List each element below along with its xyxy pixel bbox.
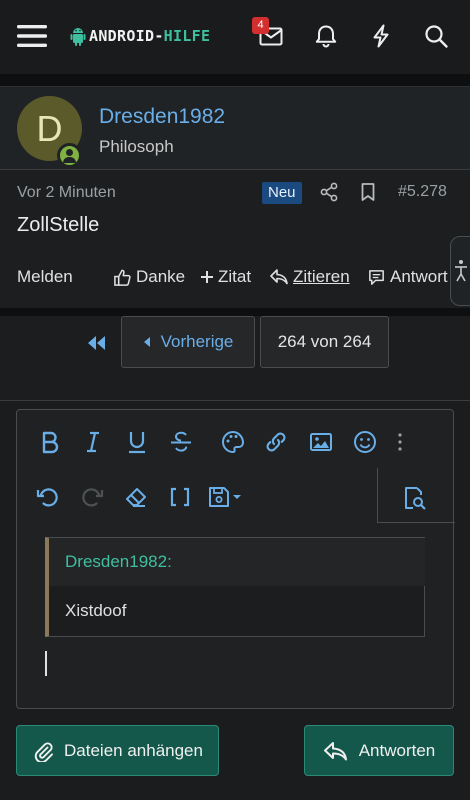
strikethrough-icon[interactable] xyxy=(168,429,194,455)
submit-reply-button[interactable]: Antworten xyxy=(304,725,454,776)
accessibility-icon xyxy=(455,260,467,282)
new-badge: Neu xyxy=(262,182,302,204)
preview-icon[interactable] xyxy=(401,485,427,511)
thumbs-up-icon xyxy=(114,269,131,286)
paperclip-icon xyxy=(34,742,53,762)
more-options-icon[interactable] xyxy=(390,429,410,455)
italic-icon[interactable] xyxy=(80,429,106,455)
report-label: Melden xyxy=(17,267,73,286)
menu-icon[interactable] xyxy=(16,20,48,52)
forum-post: D Dresden1982 Philosoph Vor 2 Minuten Ne… xyxy=(0,86,470,308)
first-page-icon[interactable] xyxy=(86,334,108,352)
search-icon[interactable] xyxy=(422,22,450,50)
previous-page-button[interactable]: Vorherige xyxy=(121,316,255,368)
multiquote-button[interactable]: Zitat xyxy=(200,267,251,287)
username-link[interactable]: Dresden1982 xyxy=(99,105,225,129)
smiley-icon[interactable] xyxy=(352,429,378,455)
share-icon[interactable] xyxy=(318,181,340,203)
report-link[interactable]: Melden xyxy=(17,267,73,287)
code-brackets-icon[interactable] xyxy=(167,484,193,510)
quick-reply-area: Dresden1982: Xistdoof Dateien anhängen A… xyxy=(0,400,470,800)
quote-header: Dresden1982: xyxy=(49,538,425,586)
page-selector-button[interactable]: 264 von 264 xyxy=(260,316,389,368)
undo-icon[interactable] xyxy=(35,484,61,510)
attach-files-label: Dateien anhängen xyxy=(64,740,203,760)
submit-reply-label: Antworten xyxy=(358,740,436,760)
palette-icon[interactable] xyxy=(220,429,246,455)
plus-icon xyxy=(201,271,213,283)
attach-files-button[interactable]: Dateien anhängen xyxy=(16,725,219,776)
multiquote-label: Zitat xyxy=(218,267,252,286)
accessibility-tab[interactable] xyxy=(450,236,470,306)
quote-label: Zitieren xyxy=(293,267,350,286)
quote-block: Dresden1982: Xistdoof xyxy=(45,537,425,637)
post-body: ZollStelle xyxy=(17,214,100,236)
logo-text-android: ANDROID- xyxy=(89,27,164,45)
quote-author[interactable]: Dresden1982: xyxy=(65,552,172,572)
bold-icon[interactable] xyxy=(37,429,63,455)
android-robot-icon xyxy=(70,28,86,46)
previous-page-label: Vorherige xyxy=(160,332,234,351)
save-draft-icon[interactable] xyxy=(206,484,246,510)
top-navigation-bar: ANDROID-HILFE 4 xyxy=(0,0,470,74)
quote-button[interactable]: Zitieren xyxy=(269,267,350,287)
underline-icon[interactable] xyxy=(124,429,150,455)
comment-icon xyxy=(369,269,384,285)
image-icon[interactable] xyxy=(308,429,334,455)
quote-text: Xistdoof xyxy=(65,601,127,620)
site-logo[interactable]: ANDROID-HILFE xyxy=(70,21,210,51)
caret-left-icon xyxy=(143,337,150,347)
bell-icon[interactable] xyxy=(312,22,340,50)
redo-icon[interactable] xyxy=(79,484,105,510)
bookmark-icon[interactable] xyxy=(357,181,379,203)
post-number[interactable]: #5.278 xyxy=(398,183,447,201)
link-icon[interactable] xyxy=(263,429,289,455)
post-user-header: D Dresden1982 Philosoph xyxy=(0,86,470,170)
inbox-count-badge: 4 xyxy=(252,17,269,34)
post-timestamp[interactable]: Vor 2 Minuten xyxy=(17,184,116,202)
like-button[interactable]: Danke xyxy=(113,267,185,287)
toolbar-divider xyxy=(377,468,378,523)
like-label: Danke xyxy=(136,267,186,286)
text-cursor[interactable] xyxy=(45,651,47,676)
divider xyxy=(0,74,470,86)
online-status-icon xyxy=(57,143,82,168)
logo-text-hilfe: HILFE xyxy=(163,27,211,45)
toolbar-divider xyxy=(377,522,455,523)
reply-icon xyxy=(323,741,347,760)
rich-text-editor: Dresden1982: Xistdoof xyxy=(16,409,455,709)
eraser-icon[interactable] xyxy=(123,484,149,510)
user-title: Philosoph xyxy=(99,137,174,156)
pagination: Vorherige 264 von 264 xyxy=(0,316,470,400)
reply-arrow-icon xyxy=(270,269,288,285)
post-actions: Melden Danke Zitat Zitieren Antwort xyxy=(0,264,470,294)
reply-label: Antwort xyxy=(390,267,448,286)
lightning-icon[interactable] xyxy=(367,22,395,50)
divider xyxy=(0,308,470,316)
reply-link[interactable]: Antwort xyxy=(367,267,448,287)
